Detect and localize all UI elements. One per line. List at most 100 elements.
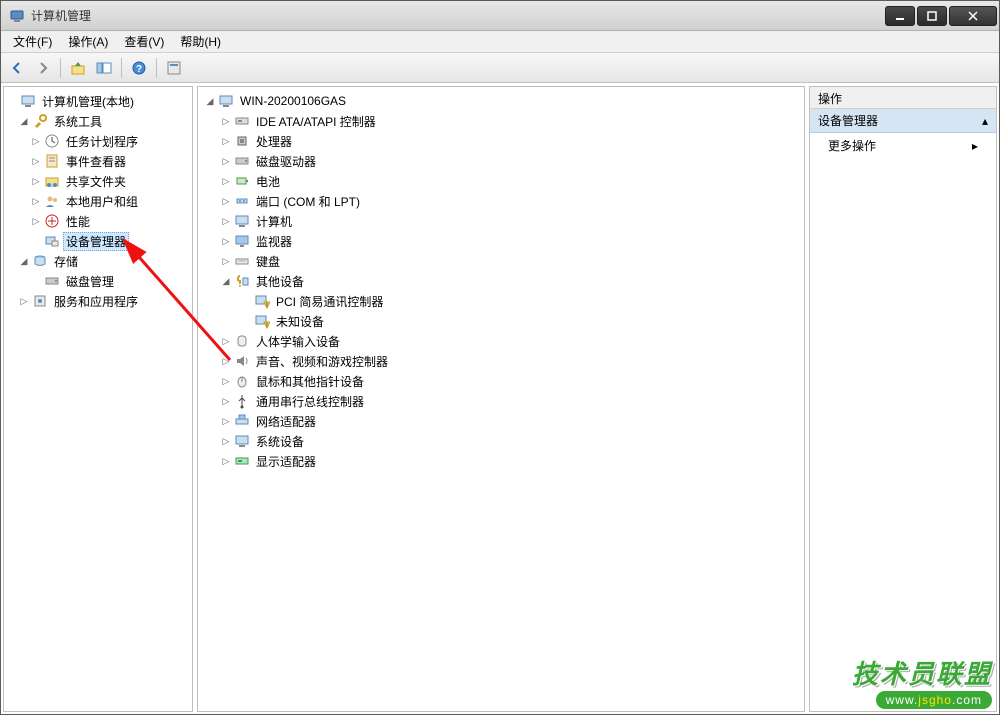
tree-label: 磁盘驱动器: [253, 152, 319, 171]
tree-services[interactable]: ▷ 服务和应用程序: [6, 291, 190, 311]
expander-icon[interactable]: ▷: [220, 415, 232, 427]
device-ide[interactable]: ▷ IDE ATA/ATAPI 控制器: [200, 111, 802, 131]
up-button[interactable]: [66, 56, 90, 80]
tree-storage[interactable]: ◢ 存储: [6, 251, 190, 271]
port-icon: [234, 193, 250, 209]
actions-more[interactable]: 更多操作 ▸: [810, 133, 996, 158]
device-mouse[interactable]: ▷ 鼠标和其他指针设备: [200, 371, 802, 391]
device-tree: ◢ WIN-20200106GAS ▷ IDE ATA/ATAPI 控制器 ▷ …: [198, 87, 804, 475]
expander-icon[interactable]: ▷: [220, 235, 232, 247]
expander-icon[interactable]: ▷: [30, 195, 42, 207]
back-button[interactable]: [5, 56, 29, 80]
expander-icon[interactable]: ▷: [220, 115, 232, 127]
device-keyboard[interactable]: ▷ 键盘: [200, 251, 802, 271]
expander-icon[interactable]: ◢: [204, 95, 216, 107]
tree-label: 声音、视频和游戏控制器: [253, 352, 391, 371]
warning-device-icon: !: [254, 313, 270, 329]
actions-section[interactable]: 设备管理器 ▴: [810, 109, 996, 133]
tree-root[interactable]: ▶ 计算机管理(本地): [6, 91, 190, 111]
cpu-icon: [234, 133, 250, 149]
device-system[interactable]: ▷ 系统设备: [200, 431, 802, 451]
expander-icon[interactable]: ◢: [18, 255, 30, 267]
toolbar-separator: [60, 58, 61, 78]
maximize-button[interactable]: [917, 6, 947, 26]
expander-icon[interactable]: ▷: [220, 455, 232, 467]
tree-label: 存储: [51, 252, 81, 271]
expander-icon[interactable]: ▷: [30, 215, 42, 227]
app-window: 计算机管理 文件(F) 操作(A) 查看(V) 帮助(H) ? ▶: [0, 0, 1000, 715]
device-usb[interactable]: ▷ 通用串行总线控制器: [200, 391, 802, 411]
device-battery[interactable]: ▷ 电池: [200, 171, 802, 191]
expander-icon[interactable]: ▷: [220, 375, 232, 387]
toolbar: ?: [1, 53, 999, 83]
tree-label: 电池: [253, 172, 283, 191]
tree-label: PCI 简易通讯控制器: [273, 292, 386, 311]
device-unknown[interactable]: ▷ ! 未知设备: [200, 311, 802, 331]
device-cpu[interactable]: ▷ 处理器: [200, 131, 802, 151]
tree-task-scheduler[interactable]: ▷ 任务计划程序: [6, 131, 190, 151]
menu-view[interactable]: 查看(V): [116, 31, 172, 52]
device-network[interactable]: ▷ 网络适配器: [200, 411, 802, 431]
title-bar: 计算机管理: [1, 1, 999, 31]
device-pci-comm[interactable]: ▷ ! PCI 简易通讯控制器: [200, 291, 802, 311]
computer-icon: [234, 213, 250, 229]
expander-icon[interactable]: ◢: [220, 275, 232, 287]
expander-icon[interactable]: ▷: [220, 195, 232, 207]
expander-icon[interactable]: ▷: [220, 215, 232, 227]
close-button[interactable]: [949, 6, 997, 26]
collapse-icon: ▴: [982, 114, 988, 128]
center-panel: ◢ WIN-20200106GAS ▷ IDE ATA/ATAPI 控制器 ▷ …: [197, 86, 805, 712]
show-hide-tree-button[interactable]: [92, 56, 116, 80]
tree-performance[interactable]: ▷ 性能: [6, 211, 190, 231]
minimize-button[interactable]: [885, 6, 915, 26]
expander-icon[interactable]: ▷: [18, 295, 30, 307]
expander-icon[interactable]: ▷: [220, 335, 232, 347]
expander-icon[interactable]: ▷: [30, 135, 42, 147]
mgmt-tree: ▶ 计算机管理(本地) ◢ 系统工具 ▷ 任务计划程序: [4, 87, 192, 315]
expander-icon[interactable]: ▷: [220, 135, 232, 147]
system-icon: [234, 433, 250, 449]
expander-icon[interactable]: ▷: [220, 355, 232, 367]
services-icon: [32, 293, 48, 309]
expander-icon[interactable]: ▷: [220, 395, 232, 407]
device-disk-drives[interactable]: ▷ 磁盘驱动器: [200, 151, 802, 171]
tree-device-manager[interactable]: ▷ 设备管理器: [6, 231, 190, 251]
tree-disk-management[interactable]: ▷ 磁盘管理: [6, 271, 190, 291]
computer-icon: [218, 93, 234, 109]
expander-icon[interactable]: ▷: [30, 155, 42, 167]
device-computer[interactable]: ▷ 计算机: [200, 211, 802, 231]
help-button[interactable]: ?: [127, 56, 151, 80]
share-icon: [44, 173, 60, 189]
properties-button[interactable]: [162, 56, 186, 80]
expander-icon[interactable]: ◢: [18, 115, 30, 127]
tree-label: 设备管理器: [63, 232, 129, 251]
device-monitor[interactable]: ▷ 监视器: [200, 231, 802, 251]
expander-icon[interactable]: ▷: [220, 155, 232, 167]
tree-system-tools[interactable]: ◢ 系统工具: [6, 111, 190, 131]
tree-label: 端口 (COM 和 LPT): [253, 192, 363, 211]
ide-icon: [234, 113, 250, 129]
device-host[interactable]: ◢ WIN-20200106GAS: [200, 91, 802, 111]
tree-label: 性能: [63, 212, 93, 231]
tree-local-users[interactable]: ▷ 本地用户和组: [6, 191, 190, 211]
expander-icon[interactable]: ▷: [220, 255, 232, 267]
menu-action[interactable]: 操作(A): [60, 31, 116, 52]
device-hid[interactable]: ▷ 人体学输入设备: [200, 331, 802, 351]
tree-event-viewer[interactable]: ▷ 事件查看器: [6, 151, 190, 171]
window-controls: [885, 6, 997, 26]
tree-label: 未知设备: [273, 312, 327, 331]
device-display[interactable]: ▷ 显示适配器: [200, 451, 802, 471]
sound-icon: [234, 353, 250, 369]
expander-icon[interactable]: ▷: [30, 175, 42, 187]
device-sound[interactable]: ▷ 声音、视频和游戏控制器: [200, 351, 802, 371]
menu-help[interactable]: 帮助(H): [172, 31, 229, 52]
toolbar-separator: [156, 58, 157, 78]
device-ports[interactable]: ▷ 端口 (COM 和 LPT): [200, 191, 802, 211]
expander-icon[interactable]: ▷: [220, 435, 232, 447]
device-other[interactable]: ◢ 其他设备: [200, 271, 802, 291]
tree-shared-folders[interactable]: ▷ 共享文件夹: [6, 171, 190, 191]
toolbar-separator: [121, 58, 122, 78]
expander-icon[interactable]: ▷: [220, 175, 232, 187]
forward-button[interactable]: [31, 56, 55, 80]
menu-file[interactable]: 文件(F): [5, 31, 60, 52]
